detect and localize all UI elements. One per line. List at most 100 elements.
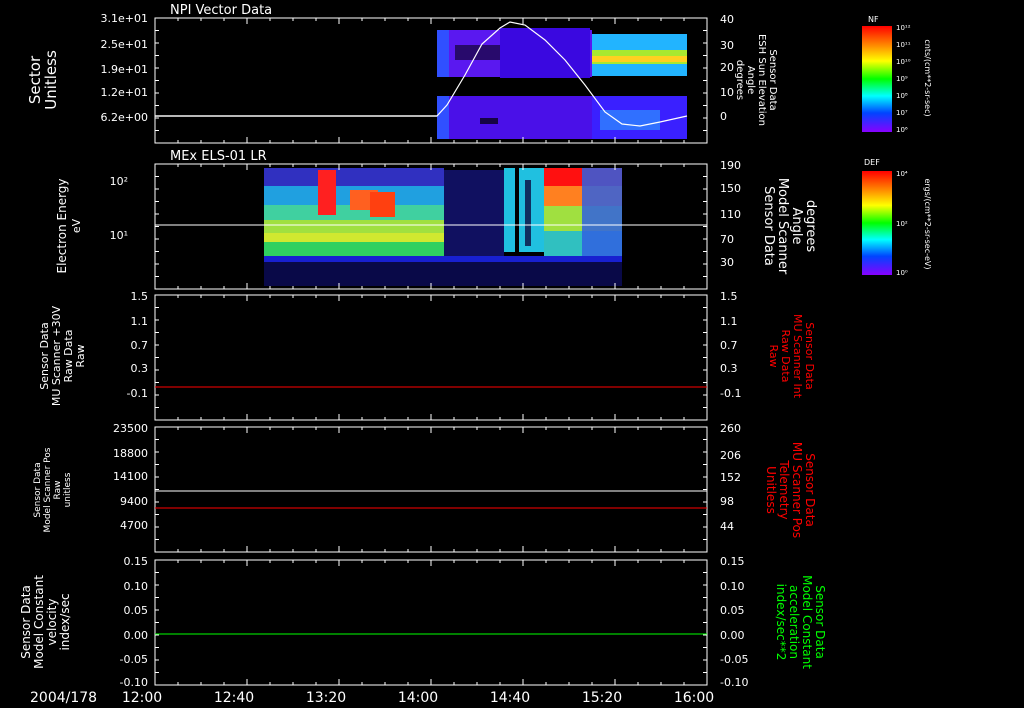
def-colorbar-tick: 10² (896, 220, 908, 228)
svg-text:Electron Energy: Electron Energy (55, 178, 69, 273)
mu-raw-right-tick: 1.5 (720, 290, 738, 303)
model-const-right-tick: -0.10 (720, 676, 748, 689)
svg-text:MU Scanner Pos: MU Scanner Pos (790, 442, 804, 538)
npi-right-tick: 30 (720, 39, 734, 52)
mu-raw-right-tick: 1.1 (720, 315, 738, 328)
plot-area: NPI Vector Data 3.1e+01 2.5e+01 1.9e+01 … (19, 3, 932, 706)
svg-text:unitless: unitless (63, 472, 73, 507)
model-const-ticks (154, 559, 708, 686)
scanner-pos-left-tick: 23500 (113, 422, 148, 435)
svg-text:acceleration: acceleration (787, 585, 801, 659)
nf-colorbar-unit: cnts/(cm**2-sr-sec) (923, 39, 932, 116)
model-const-left-tick: 0.05 (124, 604, 149, 617)
model-const-right-tick: 0.10 (720, 580, 745, 593)
svg-text:Sensor Data: Sensor Data (767, 49, 778, 110)
els-right-tick: 70 (720, 233, 734, 246)
def-colorbar-unit: ergs/(cm**2-sr-sec-eV) (923, 178, 932, 269)
def-colorbar: DEF 10⁴ 10² 10⁰ ergs/(cm**2-sr-sec-eV) (862, 158, 932, 277)
mu-raw-right-tick: -0.1 (720, 387, 741, 400)
svg-text:Angle: Angle (789, 208, 804, 245)
scanner-pos-right-tick: 98 (720, 495, 734, 508)
svg-text:Sensor Data: Sensor Data (19, 585, 33, 659)
def-colorbar-tick: 10⁰ (896, 269, 908, 277)
svg-text:degrees: degrees (734, 60, 745, 100)
nf-colorbar-tick: 10¹⁰ (896, 58, 911, 66)
scanner-pos-right-tick: 44 (720, 520, 734, 533)
nf-colorbar-tick: 10⁸ (896, 92, 908, 100)
els-right-tick: 30 (720, 256, 734, 269)
model-const-left-tick: -0.05 (120, 653, 148, 666)
model-const-left-tick: 0.10 (124, 580, 149, 593)
svg-text:index/sec**2: index/sec**2 (774, 584, 788, 661)
npi-left-tick: 2.5e+01 (101, 38, 148, 51)
npi-left-label: Sector Unitless (26, 50, 60, 110)
nf-colorbar-name: NF (868, 15, 879, 24)
mu-raw-left-label: Sensor Data MU Scanner +30V Raw Data Raw (38, 305, 87, 406)
time-tick-label: 16:00 (674, 690, 714, 706)
svg-text:Unitless: Unitless (42, 50, 60, 110)
time-tick-label: 14:00 (398, 690, 438, 706)
npi-left-tick: 3.1e+01 (101, 12, 148, 25)
scanner-pos-right-tick: 260 (720, 422, 741, 435)
time-tick-label: 14:40 (490, 690, 530, 706)
def-colorbar-name: DEF (864, 158, 880, 167)
npi-heatmap (437, 28, 687, 139)
npi-right-tick: 40 (720, 13, 734, 26)
panel-frame-mu-raw (154, 294, 708, 421)
els-right-tick: 190 (720, 159, 741, 172)
svg-text:Model Scanner Pos: Model Scanner Pos (43, 447, 53, 532)
panel-frame-scanner-pos (154, 426, 708, 553)
model-const-left-tick: -0.10 (120, 676, 148, 689)
scanner-pos-right-label: Sensor Data MU Scanner Pos Telemetry Uni… (764, 442, 817, 538)
els-left-tick: 10² (110, 175, 128, 188)
panel-title-npi: NPI Vector Data (170, 3, 272, 18)
svg-text:Sensor Data: Sensor Data (761, 186, 776, 266)
date-label: 2004/178 (30, 690, 97, 706)
els-right-tick: 110 (720, 208, 741, 221)
nf-colorbar-tick: 10⁶ (896, 126, 908, 134)
svg-text:Unitless: Unitless (764, 466, 778, 514)
scanner-pos-right-tick: 152 (720, 471, 741, 484)
mu-raw-right-tick: 0.3 (720, 362, 738, 375)
mu-raw-ticks (154, 294, 708, 421)
scanner-pos-ticks (154, 426, 708, 553)
nf-colorbar-tick: 10⁷ (896, 109, 908, 117)
model-const-right-tick: 0.00 (720, 629, 745, 642)
els-left-label: Electron Energy eV (55, 178, 83, 273)
svg-text:degrees: degrees (803, 200, 818, 253)
svg-text:Model Constant: Model Constant (800, 575, 814, 669)
svg-text:Raw: Raw (74, 344, 87, 367)
scanner-pos-left-tick: 14100 (113, 470, 148, 483)
svg-text:Model Scanner: Model Scanner (775, 178, 790, 275)
nf-colorbar: NF 10¹² 10¹¹ 10¹⁰ 10⁹ 10⁸ 10⁷ 10⁶ cnts/(… (862, 15, 932, 134)
svg-text:Model Constant: Model Constant (32, 575, 46, 669)
time-tick-label: 12:40 (214, 690, 254, 706)
mu-raw-left-tick: 1.5 (131, 290, 149, 303)
mu-raw-right-tick: 0.7 (720, 339, 738, 352)
model-const-left-label: Sensor Data Model Constant velocity inde… (19, 575, 72, 669)
npi-right-tick: 20 (720, 61, 734, 74)
svg-text:eV: eV (70, 218, 83, 233)
svg-text:velocity: velocity (45, 599, 59, 646)
npi-right-tick: 10 (720, 86, 734, 99)
mu-raw-right-label: Sensor Data MU Scanner Int Raw Data Raw (767, 314, 816, 399)
els-left-tick: 10¹ (110, 229, 128, 242)
npi-left-tick: 1.2e+01 (101, 86, 148, 99)
model-const-left-tick: 0.00 (124, 629, 149, 642)
svg-text:Sensor Data: Sensor Data (813, 585, 827, 659)
panel-frame-model-const (154, 559, 708, 686)
npi-right-tick: 0 (720, 110, 727, 123)
model-const-right-tick: 0.15 (720, 555, 745, 568)
svg-text:Raw: Raw (53, 481, 63, 500)
model-const-left-tick: 0.15 (124, 555, 149, 568)
svg-text:ESH Sun Elevation: ESH Sun Elevation (756, 34, 767, 126)
svg-text:Angle: Angle (745, 66, 756, 94)
els-heatmap (264, 168, 622, 286)
scanner-pos-left-tick: 4700 (120, 519, 148, 532)
svg-text:Sensor Data: Sensor Data (33, 462, 43, 517)
mu-raw-left-tick: 1.1 (131, 315, 149, 328)
model-const-right-tick: -0.05 (720, 653, 748, 666)
npi-left-tick: 6.2e+00 (101, 111, 148, 124)
els-right-label: Sensor Data Model Scanner Angle degrees (761, 178, 818, 275)
model-const-right-tick: 0.05 (720, 604, 745, 617)
